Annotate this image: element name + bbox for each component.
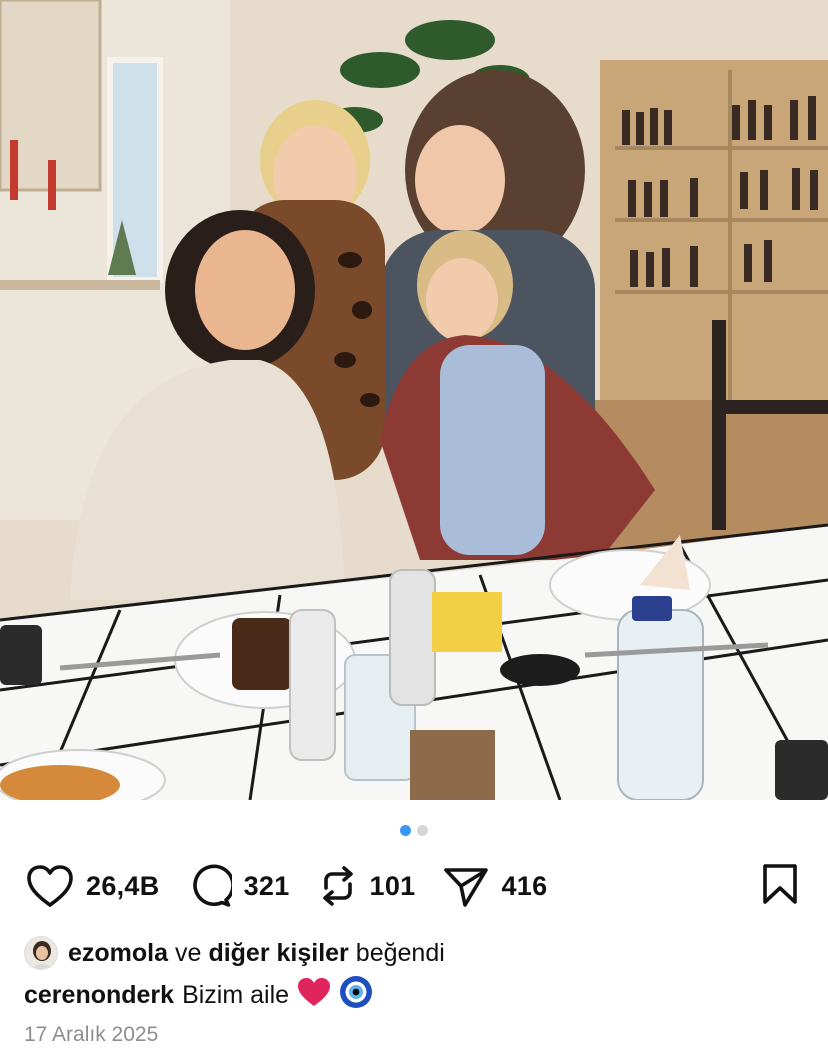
red-heart-icon <box>298 977 331 1006</box>
carousel-dot[interactable] <box>417 825 428 836</box>
avatar[interactable] <box>24 936 58 970</box>
repost-count[interactable]: 101 <box>370 871 416 902</box>
share-button[interactable]: 416 <box>443 864 547 908</box>
post-date: 17 Aralık 2025 <box>24 1023 159 1046</box>
liked-by-username[interactable]: ezomola <box>68 939 168 968</box>
like-count[interactable]: 26,4B <box>86 871 160 902</box>
liked-by-line: ezomola ve diğer kişiler beğendi <box>24 933 445 973</box>
post-photo[interactable] <box>0 0 828 800</box>
avatar-image <box>25 937 57 969</box>
liked-by-connector: ve <box>175 938 202 967</box>
comment-button[interactable]: 321 <box>188 864 290 908</box>
nazar-eye-icon <box>340 975 373 1008</box>
caption-text: Bizim aile <box>182 980 290 1009</box>
post-actions-bar: 26,4B 321 101 416 <box>26 858 798 914</box>
bookmark-icon <box>763 863 797 904</box>
heart-icon <box>27 865 73 907</box>
red-heart-emoji <box>297 977 331 1014</box>
nazar-eye-emoji <box>339 975 373 1016</box>
carousel-indicator <box>0 825 828 837</box>
liked-by-others-link[interactable]: diğer kişiler <box>208 939 348 968</box>
comment-count[interactable]: 321 <box>244 871 290 902</box>
repost-arrows-icon <box>322 866 353 906</box>
repost-button[interactable]: 101 <box>318 864 416 908</box>
like-button[interactable]: 26,4B <box>26 864 160 908</box>
paper-plane-icon <box>444 868 489 907</box>
carousel-dot-active[interactable] <box>400 825 411 836</box>
share-count[interactable]: 416 <box>501 871 547 902</box>
comment-bubble-icon <box>192 864 232 907</box>
caption-username[interactable]: cerenonderk <box>24 981 174 1010</box>
save-button[interactable] <box>762 863 798 910</box>
post-photo-illustration <box>0 0 828 800</box>
post-caption: cerenonderk Bizim aile <box>24 975 373 1015</box>
liked-by-suffix: beğendi <box>355 938 445 967</box>
